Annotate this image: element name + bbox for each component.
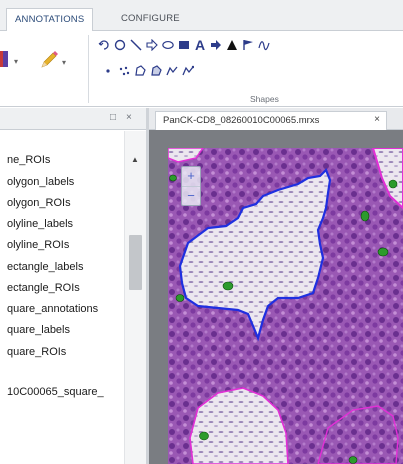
panel-header: □ × xyxy=(0,108,148,130)
polyline-icon[interactable] xyxy=(166,65,178,77)
list-item[interactable]: olyline_ROIs xyxy=(7,239,69,251)
point-icon[interactable] xyxy=(102,65,114,77)
list-item[interactable]: 10C00065_square_ xyxy=(7,386,104,398)
freehand-icon[interactable] xyxy=(258,39,270,51)
tab-document[interactable]: PanCK-CD8_08260010C00065.mrxs × xyxy=(155,111,387,130)
maximize-icon[interactable]: □ xyxy=(110,112,116,123)
scroll-thumb[interactable] xyxy=(129,235,142,290)
circle-icon[interactable] xyxy=(114,39,126,51)
color-swatch-icon xyxy=(0,49,12,74)
tree-scrollbar[interactable]: ▲ xyxy=(124,131,146,464)
shape-tools-row-1: A xyxy=(98,37,270,53)
polyline2-icon[interactable] xyxy=(182,65,194,77)
square-fill-icon[interactable] xyxy=(178,39,190,51)
list-item[interactable]: ectangle_labels xyxy=(7,261,83,273)
ellipse-icon[interactable] xyxy=(162,39,174,51)
scroll-up-arrow-icon[interactable]: ▲ xyxy=(131,155,139,164)
list-item[interactable]: olygon_ROIs xyxy=(7,197,71,209)
pencil-icon xyxy=(38,49,60,76)
arrow-right-icon[interactable] xyxy=(210,39,222,51)
slide-viewer[interactable] xyxy=(168,148,403,464)
close-tab-icon[interactable]: × xyxy=(374,114,380,125)
arrow-outline-icon[interactable] xyxy=(146,39,158,51)
chevron-down-icon: ▾ xyxy=(14,57,19,66)
document-tab-bar: PanCK-CD8_08260010C00065.mrxs × xyxy=(149,108,403,130)
close-icon[interactable]: × xyxy=(126,112,132,123)
flag-icon[interactable] xyxy=(242,39,254,51)
tab-annotations[interactable]: ANNOTATIONS xyxy=(6,8,94,32)
multipoint-icon[interactable] xyxy=(118,65,130,77)
chevron-down-icon: ▾ xyxy=(62,58,67,67)
ribbon-tab-bar: ANNOTATIONS CONFIGURE xyxy=(0,0,403,32)
list-item[interactable]: ectangle_ROIs xyxy=(7,282,80,294)
group-label-shapes: Shapes xyxy=(250,94,279,104)
ribbon-separator xyxy=(88,35,89,103)
shape-tools-row-2 xyxy=(102,65,194,77)
ribbon-body: ▾ ▾ A Shapes xyxy=(0,31,403,107)
zoom-control: + − xyxy=(181,166,201,206)
annotation-layer-tree: ne_ROIs olygon_labels olygon_ROIs olylin… xyxy=(0,131,124,464)
triangle-icon[interactable] xyxy=(226,39,238,51)
polygon-fill-icon[interactable] xyxy=(150,65,162,77)
document-tab-label: PanCK-CD8_08260010C00065.mrxs xyxy=(163,115,320,126)
color-tool[interactable]: ▾ xyxy=(0,49,18,74)
list-item[interactable]: olyline_labels xyxy=(7,218,73,230)
zoom-out-button[interactable]: − xyxy=(182,186,200,205)
polygon-icon[interactable] xyxy=(134,65,146,77)
list-item[interactable]: ne_ROIs xyxy=(7,154,50,166)
list-item[interactable]: quare_ROIs xyxy=(7,346,66,358)
line-icon[interactable] xyxy=(130,39,142,51)
text-icon[interactable]: A xyxy=(194,37,206,53)
list-item[interactable]: quare_annotations xyxy=(7,303,98,315)
list-item[interactable]: olygon_labels xyxy=(7,176,74,188)
rectangle-dashed-icon[interactable] xyxy=(98,39,110,51)
zoom-in-button[interactable]: + xyxy=(182,167,200,186)
pen-tool[interactable]: ▾ xyxy=(38,49,66,76)
tab-configure[interactable]: CONFIGURE xyxy=(113,8,188,31)
tissue-image xyxy=(168,148,403,464)
list-item[interactable]: quare_labels xyxy=(7,324,70,336)
